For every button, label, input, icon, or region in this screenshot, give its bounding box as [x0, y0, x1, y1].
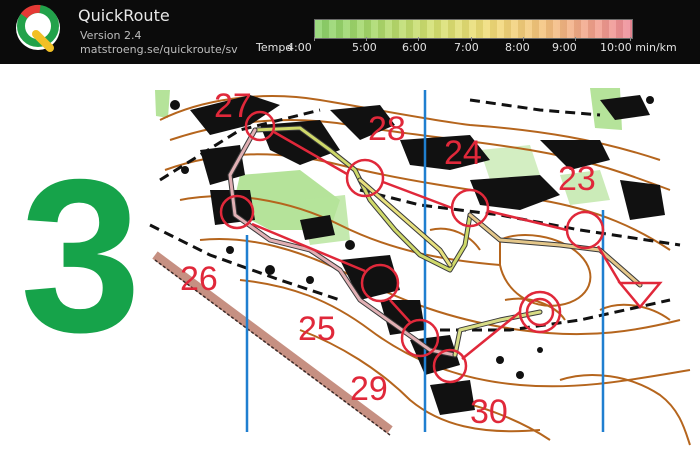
pace-label-10: 10:00 min/km — [600, 41, 677, 54]
pace-label-5: 5:00 — [352, 41, 377, 54]
control-label: 24 — [444, 134, 482, 172]
pace-color-scale — [314, 19, 633, 39]
orienteering-map-view[interactable]: 27 28 24 23 26 25 29 30 3 — [0, 64, 700, 461]
pace-label-8: 8:00 — [505, 41, 530, 54]
pace-label-9: 9:00 — [552, 41, 577, 54]
quickroute-logo-icon — [16, 4, 60, 52]
pace-label-4: 4:00 — [287, 41, 312, 54]
pace-label-7: 7:00 — [454, 41, 479, 54]
app-header: QuickRoute Version 2.4 matstroeng.se/qui… — [0, 0, 700, 64]
control-label: 26 — [180, 260, 218, 298]
pace-label-6: 6:00 — [402, 41, 427, 54]
control-label: 23 — [558, 160, 596, 198]
app-url-link[interactable]: matstroeng.se/quickroute/sv — [80, 43, 238, 56]
pace-tick — [314, 37, 315, 41]
control-label: 30 — [470, 393, 508, 431]
control-label: 28 — [368, 110, 406, 148]
control-label: 25 — [298, 310, 336, 348]
app-title: QuickRoute — [78, 6, 170, 25]
control-label: 27 — [214, 87, 252, 125]
app-version: Version 2.4 — [80, 29, 142, 42]
leg-number: 3 — [20, 135, 141, 378]
control-label: 29 — [350, 370, 388, 408]
